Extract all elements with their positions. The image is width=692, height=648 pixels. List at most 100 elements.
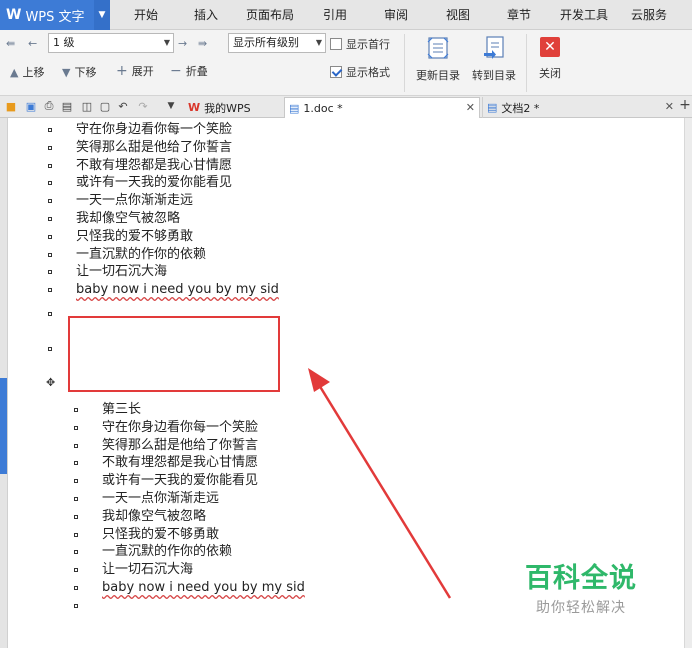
collapse-label: 折叠 — [185, 65, 208, 78]
empty-outline-item[interactable] — [74, 597, 114, 614]
menu-cloud[interactable]: 云服务 — [631, 0, 667, 30]
triangle-down-icon: ▼ — [62, 65, 71, 79]
tab-my-wps[interactable]: W 我的WPS — [184, 97, 282, 118]
bullet-marker — [74, 497, 78, 501]
update-toc-icon — [427, 37, 449, 59]
menu-developer[interactable]: 开发工具 — [560, 0, 608, 30]
bullet-marker — [48, 145, 52, 150]
arrow-right-icon: → — [178, 37, 188, 50]
outline-item-text: 只怪我的爱不够勇敢 — [76, 228, 194, 244]
outline-level-select[interactable]: 1 级 ▼ — [48, 33, 174, 53]
bullet-marker — [48, 181, 52, 186]
watermark: 百科全说 助你轻松解决 — [516, 556, 646, 617]
outline-item-text: baby now i need you by my sid — [102, 580, 305, 595]
bullet-marker — [74, 425, 78, 430]
promote-to-heading1-button[interactable]: ⇚ — [6, 37, 19, 50]
bullet-marker — [48, 163, 52, 168]
expand-button[interactable]: + 展开 — [116, 63, 154, 79]
outline-item-text: 只怪我的爱不够勇敢 — [102, 526, 220, 542]
bullet-marker — [48, 234, 52, 239]
outline-item-text: 一天一点你渐渐走远 — [76, 193, 194, 209]
wps-logo-icon: W — [188, 101, 201, 114]
close-outline-button[interactable]: ✕ 关闭 — [530, 32, 570, 94]
outline-item-text: 一天一点你渐渐走远 — [102, 491, 220, 506]
menu-chapter[interactable]: 章节 — [507, 0, 531, 30]
menu-insert[interactable]: 插入 — [194, 0, 218, 30]
bullet-marker — [74, 408, 78, 412]
close-tab-icon[interactable]: ✕ — [665, 100, 674, 113]
move-down-label: 下移 — [74, 66, 97, 79]
outline-item-text: 让一切石沉大海 — [76, 264, 168, 280]
move-down-button[interactable]: ▼ 下移 — [62, 64, 96, 80]
preview-icon[interactable]: ▢ — [98, 99, 112, 113]
move-up-label: 上移 — [22, 66, 45, 79]
app-title: WPS 文字 — [25, 9, 85, 25]
outline-item-text: 不敢有埋怨都是我心甘情愿 — [76, 157, 233, 173]
outline-item-text: 守在你身边看你每一个笑脸 — [76, 122, 233, 137]
highlight-box — [68, 316, 280, 392]
menu-review[interactable]: 审阅 — [384, 0, 408, 30]
show-format-label: 显示格式 — [346, 66, 390, 79]
outline-item-text: 让一切石沉大海 — [102, 562, 194, 578]
goto-toc-button[interactable]: 转到目录 — [466, 32, 522, 94]
open-folder-icon[interactable]: ■ — [4, 99, 18, 113]
outline-item-text: 不敢有埋怨都是我心甘情愿 — [102, 455, 259, 471]
bullet-marker — [74, 568, 78, 573]
bullet-marker — [48, 252, 52, 257]
vertical-scrollbar[interactable] — [684, 118, 692, 648]
outline-item-text: 笑得那么甜是他给了你誓言 — [102, 437, 259, 453]
demote-to-body-button[interactable]: ⇛ — [198, 37, 211, 50]
outline-ribbon: ⇚ ← 1 级 ▼ → ⇛ 显示所有级别 ▼ 显示首行 ▲ 上移 ▼ 下移 + 展开 … — [0, 30, 692, 96]
tab-bar: ■ ▣ ⎙ ▤ ◫ ▢ ↶ ↷ ▼ W 我的WPS ▤ 1.doc * ✕ ▤ … — [0, 96, 692, 118]
arrow-left-icon: ← — [28, 37, 38, 50]
tab-1-doc[interactable]: ▤ 1.doc * ✕ — [284, 97, 480, 118]
close-tab-icon[interactable]: ✕ — [466, 101, 475, 114]
chevron-down-icon: ▼ — [163, 38, 170, 47]
menu-view[interactable]: 视图 — [446, 0, 470, 30]
print-icon[interactable]: ▤ — [60, 99, 74, 113]
checkbox-checked-icon — [330, 66, 342, 78]
app-menu-button[interactable]: W WPS 文字 ▼ — [0, 0, 110, 30]
bullet-marker — [48, 347, 52, 351]
print-preview-icon[interactable]: ◫ — [80, 99, 94, 113]
bullet-marker — [74, 550, 78, 555]
promote-button[interactable]: ← — [28, 37, 41, 50]
chevron-down-icon: ▼ — [315, 38, 322, 47]
ribbon-divider — [404, 34, 405, 92]
demote-button[interactable]: → — [178, 37, 191, 50]
tab-document2[interactable]: ▤ 文档2 * ✕ — [482, 97, 678, 118]
move-up-button[interactable]: ▲ 上移 — [10, 64, 44, 80]
side-panel-toggle[interactable] — [0, 378, 7, 474]
chevron-down-icon[interactable]: ▼ — [94, 0, 110, 30]
triangle-up-icon: ▲ — [10, 65, 19, 79]
update-toc-button[interactable]: 更新目录 — [410, 32, 466, 94]
show-first-line-checkbox[interactable]: 显示首行 — [330, 36, 390, 52]
redo-icon[interactable]: ↷ — [136, 99, 150, 113]
doc-file-icon: ▤ — [487, 101, 498, 114]
tab-my-wps-label: 我的WPS — [204, 101, 251, 115]
show-format-checkbox[interactable]: 显示格式 — [330, 64, 390, 80]
expand-label: 展开 — [131, 65, 154, 78]
tab-document2-label: 文档2 * — [501, 101, 540, 115]
menu-references[interactable]: 引用 — [323, 0, 347, 30]
move-handle-icon[interactable]: ✥ — [46, 376, 55, 389]
minus-icon: − — [170, 63, 182, 79]
new-tab-icon[interactable]: + — [678, 97, 692, 113]
collapse-button[interactable]: − 折叠 — [170, 63, 208, 79]
undo-icon[interactable]: ↶ — [116, 99, 130, 113]
export-pdf-icon[interactable]: ⎙ — [42, 99, 56, 113]
menu-page-layout[interactable]: 页面布局 — [246, 0, 294, 30]
bullet-marker — [74, 461, 78, 466]
watermark-subtitle: 助你轻松解决 — [536, 600, 626, 616]
close-label: 关闭 — [539, 67, 561, 80]
document-area[interactable]: 守在你身边看你每一个笑脸 笑得那么甜是他给了你誓言 不敢有埋怨都是我心甘情愿 或许有一… — [0, 118, 692, 648]
save-icon[interactable]: ▣ — [24, 99, 38, 113]
menu-home[interactable]: 开始 — [134, 0, 158, 30]
tab-1-doc-label: 1.doc * — [303, 101, 343, 115]
bullet-marker — [74, 443, 78, 448]
outline-item-text: 或许有一天我的爱你能看见 — [102, 473, 259, 489]
bullet-marker — [74, 586, 78, 590]
show-levels-select[interactable]: 显示所有级别 ▼ — [228, 33, 326, 53]
chevron-down-icon[interactable]: ▼ — [164, 99, 178, 113]
outline-item-text: 第三长 — [102, 402, 142, 417]
